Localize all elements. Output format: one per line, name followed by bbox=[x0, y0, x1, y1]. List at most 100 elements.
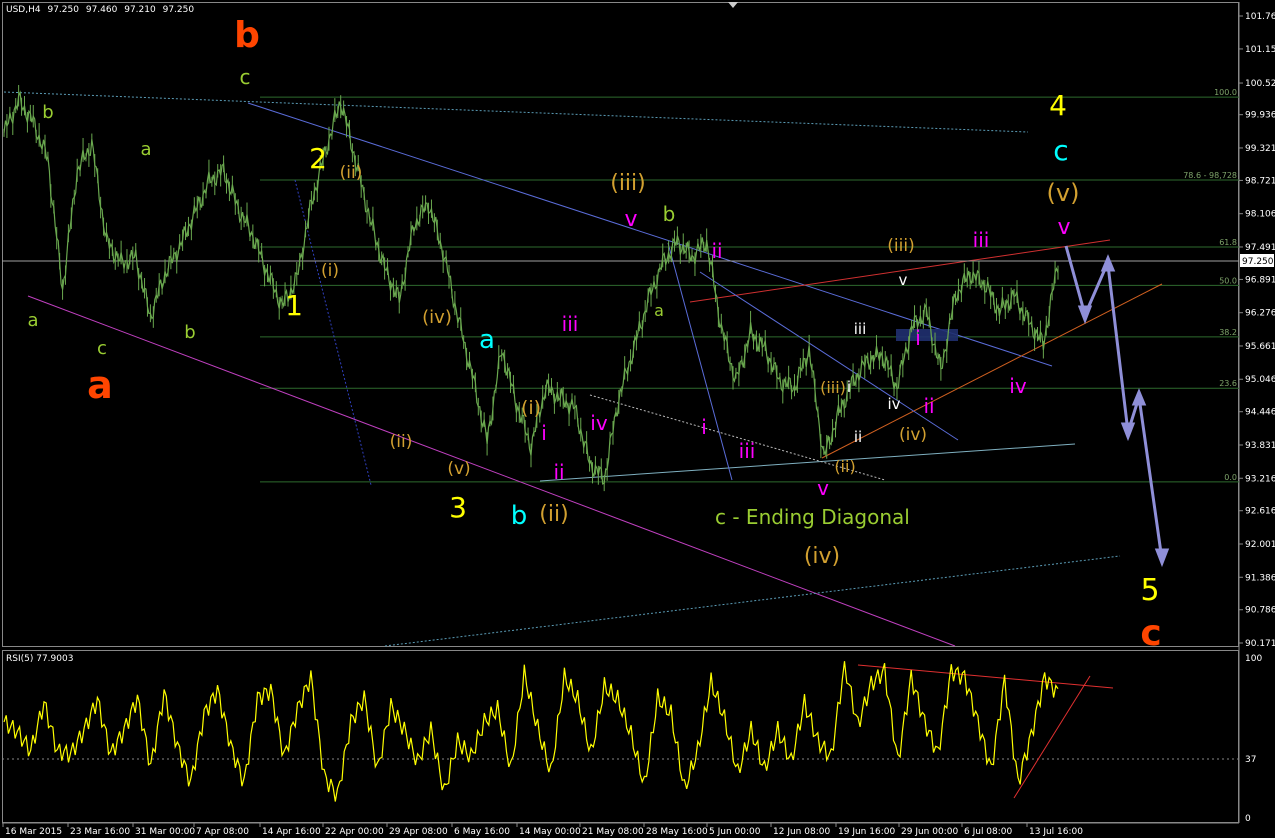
wave-label: 3 bbox=[449, 491, 467, 524]
wave-label: 5 bbox=[1140, 573, 1159, 608]
wave-label: a bbox=[27, 310, 38, 331]
current-price-value: 97.250 bbox=[1242, 257, 1274, 267]
price-tick-label: 90.786 bbox=[1245, 606, 1275, 616]
fib-level-label: 0.0 bbox=[1224, 473, 1237, 482]
price-tick-label: 96.276 bbox=[1245, 309, 1275, 319]
wave-label: b bbox=[184, 322, 195, 343]
wave-label: c bbox=[97, 338, 107, 359]
wave-label: ii bbox=[553, 460, 564, 484]
wave-label: (ii) bbox=[834, 457, 855, 476]
rsi-axis: 100 37 0 bbox=[1245, 654, 1262, 824]
price-tick-label: 90.171 bbox=[1245, 639, 1275, 649]
price-tick-label: 98.721 bbox=[1245, 176, 1275, 186]
wave-label: iii bbox=[854, 320, 867, 338]
wave-label: ii bbox=[923, 394, 934, 418]
fib-level-label: 61.8 bbox=[1219, 238, 1237, 247]
rsi-trend-red-1 bbox=[857, 664, 1114, 689]
wave-label: (ii) bbox=[390, 432, 413, 452]
projection-arrowhead-5 bbox=[1154, 548, 1170, 568]
chart-header: USD,H4 97.250 97.460 97.210 97.250 bbox=[6, 5, 194, 15]
wave-label: c bbox=[1140, 613, 1161, 654]
price-tick-label: 100.521 bbox=[1245, 79, 1275, 89]
fib-level-label: 38.2 bbox=[1219, 328, 1237, 337]
fib-level-label: 23.6 bbox=[1219, 379, 1237, 388]
time-tick-label: 12 Jun 08:00 bbox=[773, 827, 830, 837]
time-axis: 16 Mar 2015 23 Mar 16:00 31 Mar 00:00 7 Apr… bbox=[2, 823, 1083, 837]
time-tick-label: 21 May 08:00 bbox=[582, 827, 644, 837]
ending-diagonal-annotation: c - Ending Diagonal bbox=[715, 505, 910, 529]
wave-label: b bbox=[663, 202, 676, 226]
wave-line-blue-2 bbox=[699, 271, 959, 441]
diagonal-line-red-lower bbox=[821, 283, 1163, 459]
price-tick-label: 99.321 bbox=[1245, 144, 1275, 154]
low-value: 97.210 bbox=[124, 5, 156, 15]
wave-label: (ii) bbox=[539, 502, 568, 527]
rsi-tick-label: 37 bbox=[1245, 755, 1256, 765]
time-tick-label: 13 Jul 16:00 bbox=[1029, 827, 1083, 837]
rsi-line bbox=[3, 661, 1059, 802]
fibonacci-retracement: 100.0 78.6 - 98,728 61.8 50.0 38.2 23.6 0.0 bbox=[260, 88, 1239, 483]
chart-canvas: USD,H4 97.250 97.460 97.210 97.250 RSI(5… bbox=[2, 2, 1275, 837]
wave-label: b bbox=[511, 501, 528, 531]
wave-label: (i) bbox=[521, 397, 541, 419]
wave-label: 1 bbox=[285, 289, 303, 322]
wave-label: (iv) bbox=[422, 307, 452, 328]
time-tick-label: 22 Apr 00:00 bbox=[325, 827, 384, 837]
price-tick-label: 94.446 bbox=[1245, 408, 1275, 418]
channel-line-blue-dotted bbox=[294, 179, 372, 486]
projection-arrows bbox=[1064, 245, 1170, 568]
price-tick-label: 99.936 bbox=[1245, 111, 1275, 121]
wave-label: v bbox=[624, 207, 637, 232]
wave-label: (iii) bbox=[820, 378, 846, 397]
symbol-label: USD,H4 bbox=[6, 5, 41, 15]
wave-label: iii bbox=[973, 228, 990, 252]
wave-label: iv bbox=[1009, 374, 1027, 398]
wave-label: iii bbox=[562, 312, 579, 336]
wave-label: v bbox=[817, 476, 829, 500]
time-tick-label: 23 Mar 16:00 bbox=[70, 827, 130, 837]
wave-label: (iv) bbox=[804, 544, 840, 569]
rsi-tick-label: 0 bbox=[1245, 814, 1251, 824]
projection-arrowhead-4 bbox=[1131, 388, 1147, 406]
rsi-tick-label: 100 bbox=[1245, 654, 1262, 664]
wave-label: iii bbox=[739, 439, 756, 463]
wave-label: ii bbox=[711, 239, 722, 263]
time-tick-label: 14 Apr 16:00 bbox=[262, 827, 321, 837]
wave-label: i bbox=[847, 378, 851, 396]
time-tick-label: 14 May 00:00 bbox=[519, 827, 581, 837]
close-value: 97.250 bbox=[163, 5, 195, 15]
projection-arrowhead-1 bbox=[1077, 305, 1093, 325]
price-tick-label: 93.831 bbox=[1245, 441, 1275, 451]
current-price-marker: 97.250 bbox=[1240, 254, 1274, 267]
wave-label: i bbox=[701, 415, 707, 439]
wave-label: a bbox=[87, 363, 113, 407]
scroll-marker-icon[interactable] bbox=[728, 2, 738, 8]
wave-label: ii bbox=[854, 428, 862, 446]
fib-level-label: 78.6 - 98,728 bbox=[1183, 171, 1237, 180]
rsi-panel-frame bbox=[2, 650, 1239, 823]
price-tick-label: 96.891 bbox=[1245, 275, 1275, 285]
price-tick-label: 92.001 bbox=[1245, 540, 1275, 550]
rsi-trend-red-2 bbox=[1013, 675, 1091, 799]
wave-label: a bbox=[479, 325, 495, 355]
wave-label: (iii) bbox=[887, 236, 914, 256]
diagonal-line-cyan-lower bbox=[539, 443, 1076, 482]
fib-level-label: 50.0 bbox=[1219, 276, 1237, 285]
wave-label: iv bbox=[887, 395, 900, 413]
price-tick-label: 93.216 bbox=[1245, 474, 1275, 484]
time-tick-label: 6 Jul 08:00 bbox=[964, 827, 1013, 837]
time-tick-label: 19 Jun 16:00 bbox=[838, 827, 895, 837]
price-tick-label: 95.661 bbox=[1245, 342, 1275, 352]
high-value: 97.460 bbox=[86, 5, 118, 15]
time-tick-label: 29 Jun 00:00 bbox=[901, 827, 958, 837]
price-tick-label: 101.151 bbox=[1245, 45, 1275, 55]
time-tick-label: 29 Apr 08:00 bbox=[389, 827, 448, 837]
wave-line-blue-1 bbox=[667, 242, 733, 481]
rsi-indicator bbox=[2, 661, 1239, 802]
projection-path-1 bbox=[1064, 245, 1110, 320]
price-axis: 101.760 101.151 100.521 99.936 99.321 98.721 9… bbox=[1239, 12, 1275, 649]
wave-label: (v) bbox=[447, 459, 470, 479]
wave-label: a bbox=[654, 301, 664, 320]
wave-label: c bbox=[1053, 134, 1068, 167]
wave-label: (iii) bbox=[610, 171, 646, 196]
